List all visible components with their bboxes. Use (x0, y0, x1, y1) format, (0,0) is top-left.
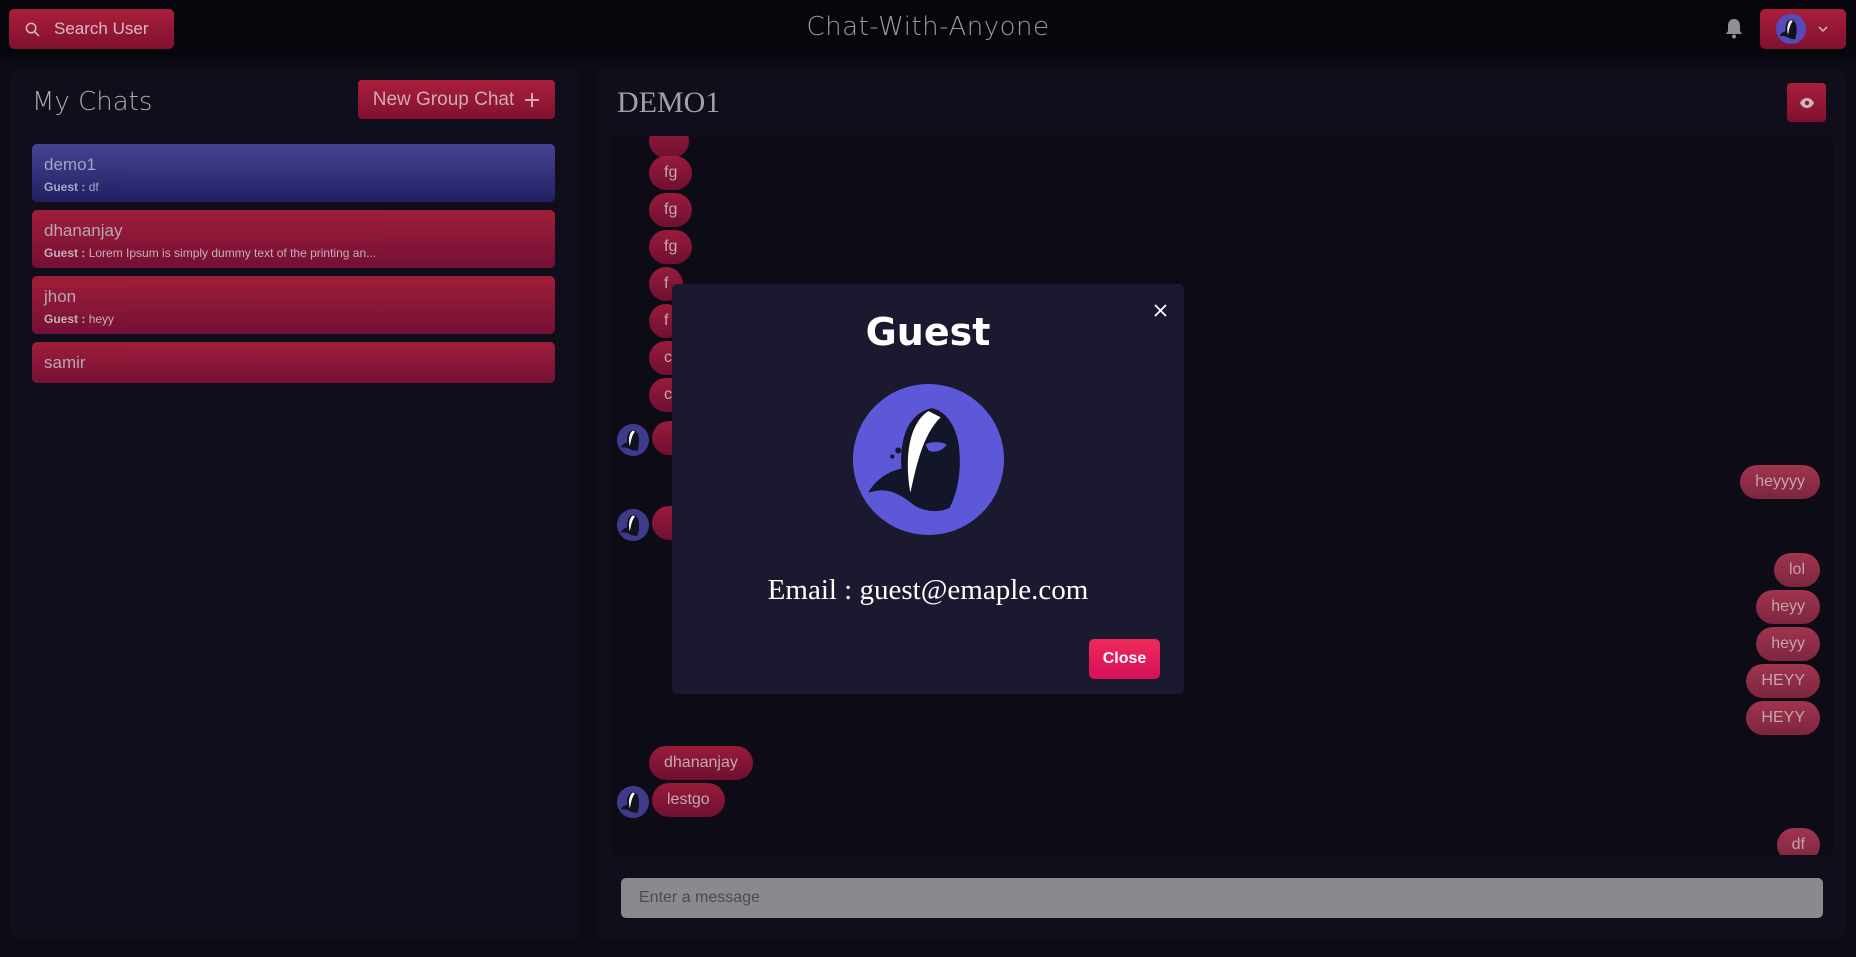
profile-modal: Guest Email : guest@emaple.com Close (672, 284, 1184, 694)
close-button[interactable]: Close (1089, 639, 1160, 679)
hooded-avatar-icon (853, 384, 1004, 535)
modal-title: Guest (865, 310, 991, 354)
modal-email: Email : guest@emaple.com (767, 574, 1089, 606)
